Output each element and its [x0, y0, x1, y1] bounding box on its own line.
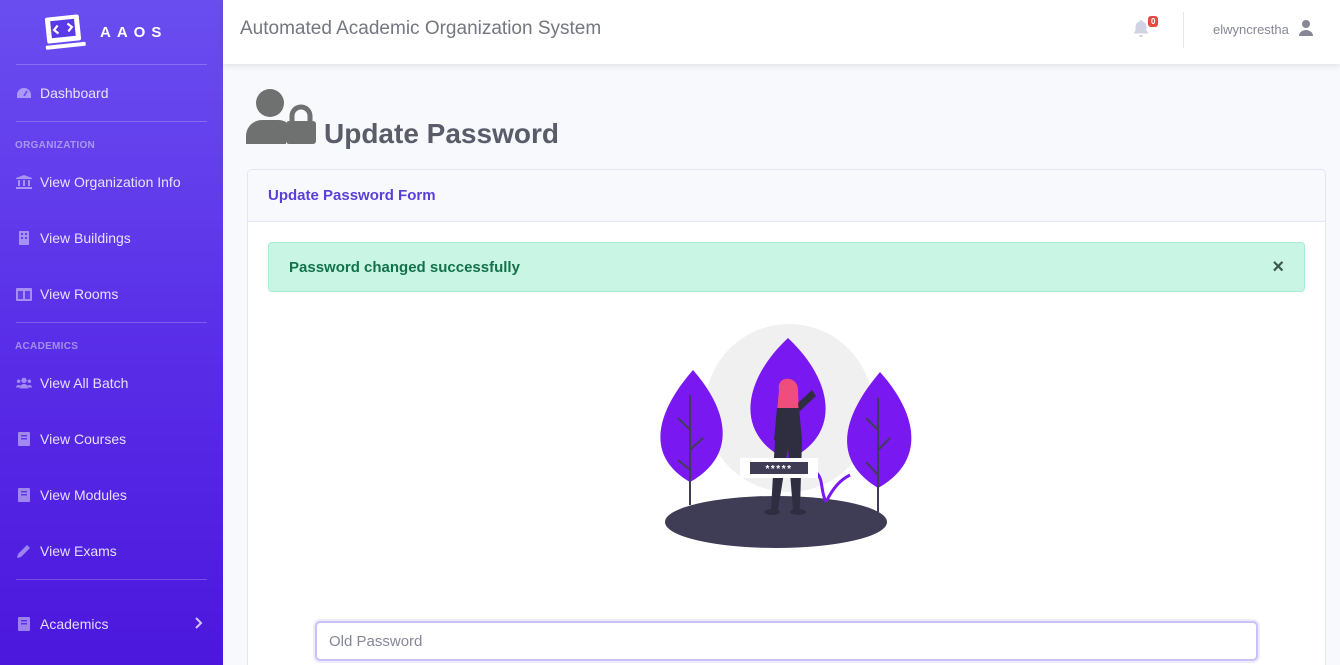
password-illustration: ***** — [648, 320, 928, 557]
pencil-icon — [16, 543, 32, 559]
sidebar-item-label: View Rooms — [40, 286, 119, 302]
brand-name: AAOS — [100, 23, 168, 41]
update-password-card: Update Password Form Password changed su… — [247, 169, 1326, 665]
book-icon — [16, 487, 32, 503]
book-icon — [16, 616, 32, 632]
sidebar-item-label: View Organization Info — [40, 174, 181, 190]
brand[interactable]: AAOS — [0, 0, 223, 64]
sidebar-item-label: View Modules — [40, 487, 127, 503]
username[interactable]: elwyncrestha — [1213, 22, 1289, 37]
sidebar-item-view-courses[interactable]: View Courses — [0, 411, 223, 467]
sidebar-item-view-buildings[interactable]: View Buildings — [0, 210, 223, 266]
card-header: Update Password Form — [248, 170, 1325, 222]
sidebar-item-label: View Courses — [40, 431, 127, 447]
old-password-input[interactable] — [315, 621, 1258, 661]
tachometer-icon — [16, 85, 32, 101]
app-title: Automated Academic Organization System — [240, 18, 602, 39]
building-icon — [16, 230, 32, 246]
sidebar-heading-organization: ORGANIZATION — [15, 140, 96, 151]
sidebar-item-academics[interactable]: Academics — [0, 580, 223, 665]
university-icon — [16, 174, 32, 190]
notification-count-badge: 0 — [1148, 16, 1159, 27]
sidebar-item-view-organization-info[interactable]: View Organization Info — [0, 154, 223, 210]
sidebar-item-label: Academics — [40, 616, 109, 632]
bell-icon[interactable] — [1133, 20, 1149, 43]
page-title: Update Password — [324, 118, 559, 149]
alert-message: Password changed successfully — [289, 259, 520, 276]
page-heading: Update Password — [246, 88, 559, 151]
password-mask-text: ***** — [766, 464, 793, 475]
chevron-right-icon — [195, 616, 203, 632]
user-lock-icon — [246, 88, 318, 151]
sidebar-item-label: Dashboard — [40, 85, 109, 101]
sidebar-item-view-rooms[interactable]: View Rooms — [0, 266, 223, 322]
book-icon — [16, 431, 32, 447]
sidebar-item-view-modules[interactable]: View Modules — [0, 467, 223, 523]
sidebar: AAOS Dashboard ORGANIZATION View Organiz… — [0, 0, 223, 665]
laptop-code-icon — [42, 14, 86, 50]
topbar-divider — [1183, 12, 1184, 48]
success-alert: Password changed successfully × — [268, 242, 1305, 292]
users-icon — [16, 375, 32, 391]
close-icon[interactable]: × — [1272, 257, 1284, 277]
columns-icon — [16, 286, 32, 302]
topbar: Automated Academic Organization System 0… — [223, 0, 1340, 64]
sidebar-item-view-all-batch[interactable]: View All Batch — [0, 355, 223, 411]
user-icon[interactable] — [1299, 20, 1313, 41]
sidebar-item-label: View All Batch — [40, 375, 129, 391]
sidebar-item-label: View Exams — [40, 543, 117, 559]
sidebar-item-view-exams[interactable]: View Exams — [0, 523, 223, 579]
sidebar-item-label: View Buildings — [40, 230, 131, 246]
sidebar-heading-academics: ACADEMICS — [15, 341, 79, 352]
sidebar-item-dashboard[interactable]: Dashboard — [0, 65, 223, 121]
